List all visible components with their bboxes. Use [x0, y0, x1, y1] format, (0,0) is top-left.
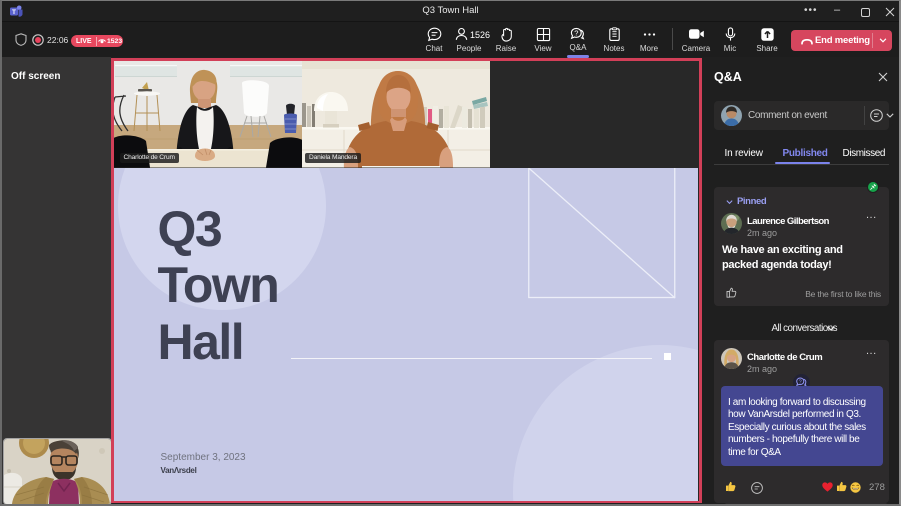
svg-text:?: ? — [574, 28, 578, 37]
svg-text:?: ? — [799, 379, 802, 385]
